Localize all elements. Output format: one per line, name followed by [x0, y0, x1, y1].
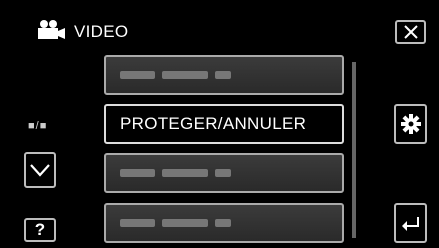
close-icon — [403, 25, 418, 39]
scrollbar[interactable] — [352, 62, 356, 238]
back-button[interactable] — [394, 203, 427, 243]
blurred-label — [120, 169, 231, 177]
chevron-down-icon — [30, 164, 50, 177]
blurred-label — [120, 71, 231, 79]
menu-item-1[interactable] — [104, 55, 344, 95]
close-button[interactable] — [395, 20, 426, 44]
blurred-label — [120, 219, 231, 227]
gear-icon — [400, 114, 421, 134]
return-icon — [401, 217, 419, 231]
help-button[interactable]: ? — [24, 218, 56, 242]
scroll-down-button[interactable] — [24, 152, 56, 188]
screen-header: VIDEO — [36, 18, 128, 46]
settings-button[interactable] — [394, 104, 427, 144]
menu-item-protect[interactable]: PROTEGER/ANNULER — [104, 104, 344, 144]
page-indicator: ■/■ — [28, 120, 48, 132]
menu-item-3[interactable] — [104, 153, 344, 193]
menu-item-4[interactable] — [104, 203, 344, 243]
video-camera-icon — [36, 19, 66, 46]
help-icon: ? — [34, 220, 46, 239]
menu-item-label: PROTEGER/ANNULER — [120, 114, 307, 133]
page-title: VIDEO — [74, 22, 129, 41]
